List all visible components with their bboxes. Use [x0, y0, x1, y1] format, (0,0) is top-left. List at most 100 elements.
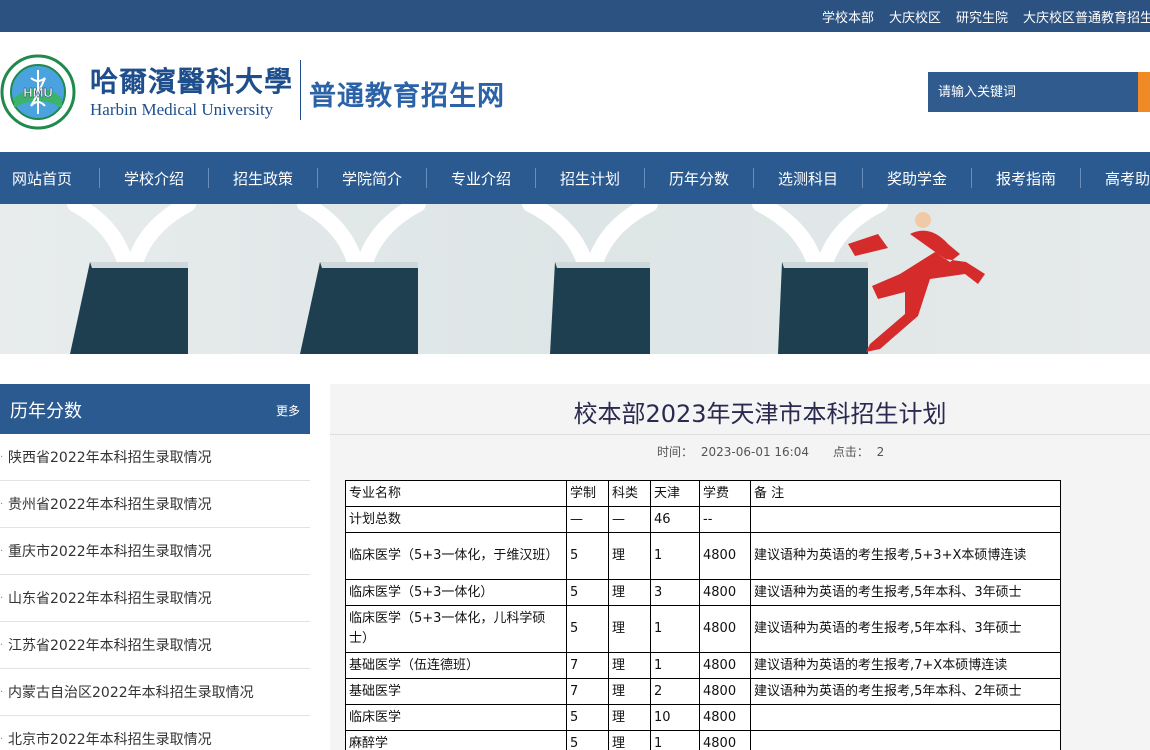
sidebar-header: 历年分数 更多 [0, 384, 310, 434]
nav-link-about[interactable]: 学校介绍 [109, 168, 199, 189]
sidebar-item-link[interactable]: 北京市2022年本科招生录取情况 [8, 729, 212, 749]
table-cell: 4800 [699, 730, 751, 750]
sidebar-item[interactable]: · 北京市2022年本科招生录取情况 [0, 716, 310, 750]
sidebar-item-link[interactable]: 陕西省2022年本科招生录取情况 [8, 447, 212, 467]
table-cell: 建议语种为英语的考生报考,5年本科、3年硕士 [750, 579, 1061, 606]
title-divider [330, 434, 1150, 435]
table-cell: 5 [566, 605, 609, 653]
sidebar: 历年分数 更多 · 陕西省2022年本科招生录取情况 · 贵州省2022年本科招生录… [0, 384, 310, 750]
article-meta: 时间： 2023-06-01 16:04 点击： 2 [657, 443, 888, 460]
top-link-daqing-admissions[interactable]: 大庆校区普通教育招生网 [1023, 7, 1150, 26]
main-nav: 网站首页 学校介绍 招生政策 学院简介 专业介绍 招生计划 历年分数 选测科目 … [0, 152, 1150, 204]
sidebar-item-link[interactable]: 山东省2022年本科招生录取情况 [8, 588, 212, 608]
table-cell: — [566, 506, 609, 533]
header: HMU 哈爾濱醫科大學 Harbin Medical University 普通… [0, 32, 1150, 152]
nav-link-colleges[interactable]: 学院简介 [327, 168, 417, 189]
sidebar-item[interactable]: · 陕西省2022年本科招生录取情况 [0, 434, 310, 481]
nav-link-policy[interactable]: 招生政策 [218, 168, 308, 189]
top-link-main-campus[interactable]: 学校本部 [822, 7, 874, 26]
university-name-en: Harbin Medical University [90, 100, 274, 119]
sidebar-item[interactable]: · 山东省2022年本科招生录取情况 [0, 575, 310, 622]
nav-separator [644, 168, 645, 188]
site-name: 普通教育招生网 [309, 81, 505, 112]
table-cell: 4800 [699, 652, 751, 679]
table-cell [750, 730, 1061, 750]
table-header-cell: 专业名称 [345, 480, 567, 507]
table-cell: 4800 [699, 678, 751, 705]
nav-link-guide[interactable]: 报考指南 [981, 168, 1071, 189]
table-cell: 理 [608, 579, 651, 606]
table-cell: 5 [566, 730, 609, 750]
sidebar-item[interactable]: · 内蒙古自治区2022年本科招生录取情况 [0, 669, 310, 716]
table-header-cell: 学制 [566, 480, 609, 507]
table-cell: 4800 [699, 704, 751, 731]
table-cell: 5 [566, 579, 609, 606]
table-row: 计划总数 — — 46 -- [345, 506, 1061, 533]
sidebar-item[interactable]: · 贵州省2022年本科招生录取情况 [0, 481, 310, 528]
sidebar-item[interactable]: · 重庆市2022年本科招生录取情况 [0, 528, 310, 575]
table-cell: 2 [650, 678, 700, 705]
sidebar-item-link[interactable]: 江苏省2022年本科招生录取情况 [8, 635, 212, 655]
nav-link-majors[interactable]: 专业介绍 [436, 168, 526, 189]
nav-link-plan[interactable]: 招生计划 [545, 168, 635, 189]
nav-link-scholarships[interactable]: 奖助学金 [872, 168, 962, 189]
top-bar: 学校本部 大庆校区 研究生院 大庆校区普通教育招生网 [0, 0, 1150, 32]
sidebar-item-link[interactable]: 内蒙古自治区2022年本科招生录取情况 [8, 682, 254, 702]
table-cell: 建议语种为英语的考生报考,5年本科、2年硕士 [750, 678, 1061, 705]
nav-separator [99, 168, 100, 188]
banner-illustration [0, 204, 1150, 354]
table-row: 临床医学 5 理 10 4800 [345, 704, 1061, 731]
nav-link-subjects[interactable]: 选测科目 [763, 168, 853, 189]
table-cell: 1 [650, 730, 700, 750]
table-row: 临床医学（5+3一体化，儿科学硕士） 5 理 1 4800 建议语种为英语的考生… [345, 605, 1061, 653]
logo-divider [300, 60, 301, 120]
bullet-icon: · [0, 592, 4, 604]
table-cell: 理 [608, 678, 651, 705]
top-link-daqing-campus[interactable]: 大庆校区 [889, 7, 941, 26]
nav-link-scores[interactable]: 历年分数 [654, 168, 744, 189]
table-cell: 理 [608, 730, 651, 750]
nav-item-colleges: 学院简介 [327, 152, 436, 204]
nav-separator [1080, 168, 1081, 188]
table-cell: 理 [608, 605, 651, 653]
click-count: 2 [876, 445, 885, 459]
table-cell: 理 [608, 532, 651, 580]
table-cell: 麻醉学 [345, 730, 567, 750]
sidebar-item[interactable]: · 江苏省2022年本科招生录取情况 [0, 622, 310, 669]
table-cell: 基础医学 [345, 678, 567, 705]
bullet-icon: · [0, 686, 4, 698]
table-cell: 临床医学 [345, 704, 567, 731]
table-cell: 临床医学（5+3一体化，于维汉班） [345, 532, 567, 580]
table-cell [750, 506, 1061, 533]
search-button[interactable] [1138, 72, 1150, 112]
table-row: 临床医学（5+3一体化，于维汉班） 5 理 1 4800 建议语种为英语的考生报… [345, 532, 1061, 580]
university-emblem-icon[interactable]: HMU [0, 54, 76, 130]
table-cell: 46 [650, 506, 700, 533]
banner [0, 204, 1150, 354]
nav-item-scores: 历年分数 [654, 152, 763, 204]
university-name-cn: 哈爾濱醫科大學 [90, 65, 294, 98]
nav-item-guide: 报考指南 [981, 152, 1090, 204]
table-cell: 1 [650, 532, 700, 580]
sidebar-list: · 陕西省2022年本科招生录取情况 · 贵州省2022年本科招生录取情况 · 重庆市… [0, 434, 310, 750]
sidebar-item-link[interactable]: 重庆市2022年本科招生录取情况 [8, 541, 212, 561]
table-row: 基础医学（伍连德班） 7 理 1 4800 建议语种为英语的考生报考,7+X本硕… [345, 652, 1061, 679]
sidebar-item-link[interactable]: 贵州省2022年本科招生录取情况 [8, 494, 212, 514]
nav-link-support[interactable]: 高考助力 [1090, 168, 1150, 189]
nav-item-about: 学校介绍 [109, 152, 218, 204]
bullet-icon: · [0, 639, 4, 651]
bullet-icon: · [0, 498, 4, 510]
sidebar-more-link[interactable]: 更多 [276, 402, 300, 419]
table-header-cell: 天津 [650, 480, 700, 507]
nav-separator [862, 168, 863, 188]
top-link-graduate-school[interactable]: 研究生院 [956, 7, 1008, 26]
table-cell: 基础医学（伍连德班） [345, 652, 567, 679]
publish-time: 2023-06-01 16:04 [700, 445, 809, 459]
table-cell: 10 [650, 704, 700, 731]
search-input[interactable] [928, 72, 1138, 112]
nav-item-majors: 专业介绍 [436, 152, 545, 204]
table-header-row: 专业名称 学制 科类 天津 学费 备 注 [345, 480, 1061, 507]
nav-link-home[interactable]: 网站首页 [0, 168, 90, 189]
article: 校本部2023年天津市本科招生计划 时间： 2023-06-01 16:04 点… [330, 384, 1150, 750]
time-label: 时间： [657, 445, 694, 459]
